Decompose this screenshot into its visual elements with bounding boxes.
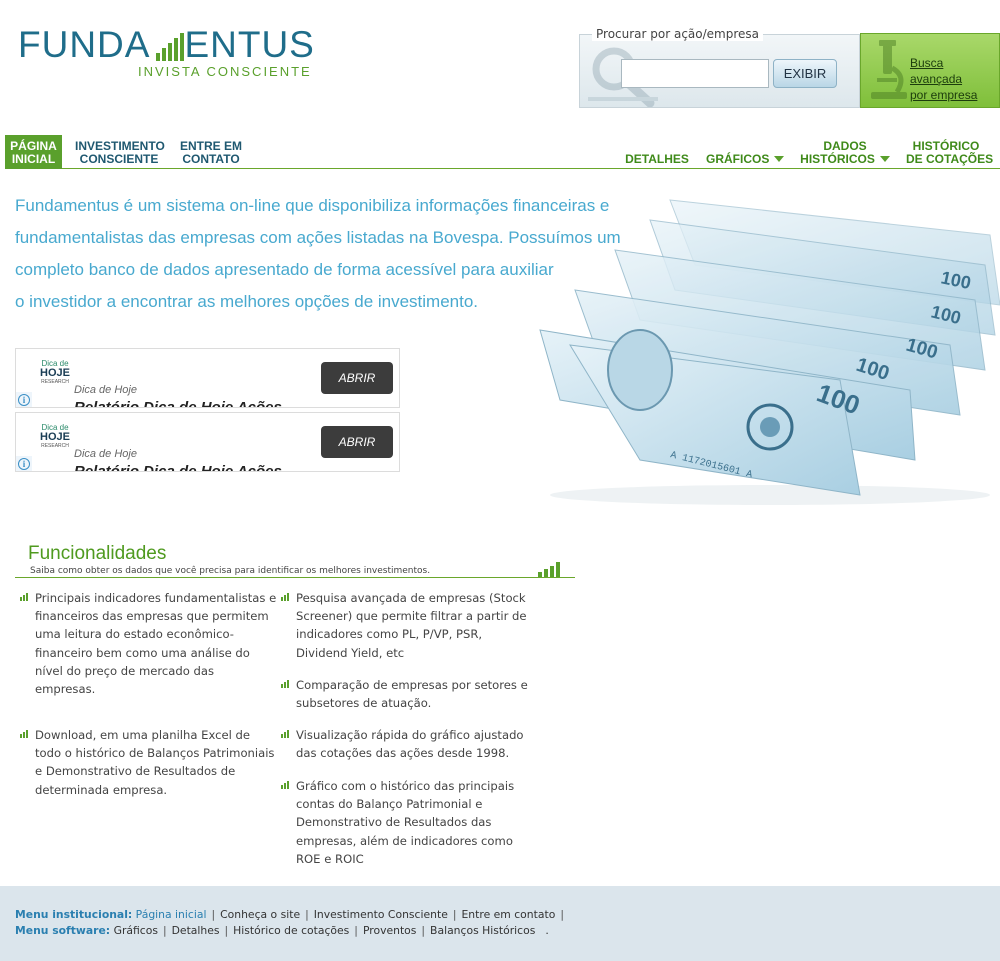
footer-label: Menu institucional: xyxy=(15,908,133,921)
feature-item: Visualização rápida do gráfico ajustado … xyxy=(281,726,524,762)
advanced-search-panel[interactable]: Busca avançada por empresa xyxy=(860,33,1000,108)
search-panel: EXIBIR xyxy=(579,34,860,108)
nav-investimento-consciente[interactable]: INVESTIMENTO CONSCIENTE xyxy=(75,140,165,166)
footer-link[interactable]: Investimento Consciente xyxy=(314,908,448,921)
bullet-bars-icon xyxy=(538,562,560,577)
footer-link[interactable]: Proventos xyxy=(363,924,416,937)
ad-logo: Dica de HOJE RESEARCH xyxy=(40,359,70,385)
footer-link[interactable]: Conheça o site xyxy=(220,908,300,921)
ad-logo: Dica de HOJE RESEARCH xyxy=(40,423,70,449)
bullet-bars-icon xyxy=(281,730,289,738)
intro-line: o investidor a encontrar as melhores opç… xyxy=(15,292,479,311)
intro-text: Fundamentus é um sistema on-line que dis… xyxy=(15,190,621,318)
nav-dados-historicos[interactable]: DADOS HISTÓRICOS xyxy=(800,140,890,166)
microscope-icon xyxy=(871,40,907,99)
footer-menu-institucional: Menu institucional: Página inicial | Conhe… xyxy=(15,908,564,921)
feature-item: Gráfico com o histórico das principais c… xyxy=(281,777,514,868)
footer-link[interactable]: Histórico de cotações xyxy=(233,924,349,937)
ad-title: Relatório Dica de Hoje Ações xyxy=(74,463,282,472)
ad-banner[interactable]: Dica de HOJE RESEARCH Dica de Hoje Relat… xyxy=(15,412,400,472)
nav-entre-em-contato[interactable]: ENTRE EM CONTATO xyxy=(178,140,244,166)
ad-banner[interactable]: Dica de HOJE RESEARCH Dica de Hoje Relat… xyxy=(15,348,400,408)
footer: Menu institucional: Página inicial | Conhe… xyxy=(0,886,1000,961)
nav-pagina-inicial[interactable]: PÁGINA INICIAL xyxy=(5,140,62,166)
search-input[interactable] xyxy=(621,59,769,88)
ad-title: Relatório Dica de Hoje Ações xyxy=(74,399,282,408)
info-icon[interactable]: i xyxy=(16,456,32,471)
ad-subtitle: Dica de Hoje xyxy=(74,448,137,460)
caret-down-icon xyxy=(879,156,890,162)
search-legend: Procurar por ação/empresa xyxy=(592,27,764,41)
feature-item: Comparação de empresas por setores e sub… xyxy=(281,676,528,712)
footer-label: Menu software: xyxy=(15,924,111,937)
advanced-search-link[interactable]: Busca avançada por empresa xyxy=(910,55,996,103)
nav-historico-cotacoes[interactable]: HISTÓRICO DE COTAÇÕES xyxy=(906,140,993,166)
footer-link[interactable]: Entre em contato xyxy=(461,908,555,921)
footer-link[interactable]: Balanços Históricos xyxy=(430,924,535,937)
ad-open-button[interactable]: ABRIR xyxy=(321,426,393,458)
footer-link[interactable]: Detalhes xyxy=(172,924,220,937)
caret-down-icon xyxy=(774,156,785,162)
banknotes-image: 100 100 100 100 100 A 1172015601 A xyxy=(539,199,1000,505)
site-logo[interactable]: FUNDA ENTUS INVISTA CONSCIENTE xyxy=(18,26,314,82)
exibir-button[interactable]: EXIBIR xyxy=(773,59,837,88)
nav-graficos[interactable]: GRÁFICOS xyxy=(706,153,785,166)
section-title: Funcionalidades xyxy=(28,543,167,564)
footer-trailing: . xyxy=(545,924,549,937)
footer-link[interactable]: Página inicial xyxy=(136,908,207,921)
bullet-bars-icon xyxy=(20,730,28,738)
bullet-bars-icon xyxy=(20,593,28,601)
intro-line: Fundamentus é um sistema on-line que dis… xyxy=(15,196,610,215)
bullet-bars-icon xyxy=(281,781,289,789)
nav-divider xyxy=(5,168,1000,169)
logo-bars-icon xyxy=(156,33,184,61)
nav-detalhes[interactable]: DETALHES xyxy=(624,153,690,166)
ad-open-button[interactable]: ABRIR xyxy=(321,362,393,394)
intro-line: fundamentalistas das empresas com ações … xyxy=(15,228,621,247)
section-divider xyxy=(15,577,575,578)
footer-menu-software: Menu software: Gráficos | Detalhes | Históri… xyxy=(15,924,549,937)
feature-item: Download, em uma planilha Excel de todo … xyxy=(20,726,274,799)
feature-item: Pesquisa avançada de empresas (Stock Scr… xyxy=(281,589,527,662)
info-icon[interactable]: i xyxy=(16,392,32,407)
section-subtitle: Saiba como obter os dados que você preci… xyxy=(30,566,431,576)
bullet-bars-icon xyxy=(281,593,289,601)
feature-item: Principais indicadores fundamentalistas … xyxy=(20,589,276,698)
logo-tagline: INVISTA CONSCIENTE xyxy=(138,64,312,79)
bullet-bars-icon xyxy=(281,680,289,688)
intro-line: completo banco de dados apresentado de f… xyxy=(15,260,554,279)
ad-subtitle: Dica de Hoje xyxy=(74,384,137,396)
footer-link[interactable]: Gráficos xyxy=(114,924,158,937)
